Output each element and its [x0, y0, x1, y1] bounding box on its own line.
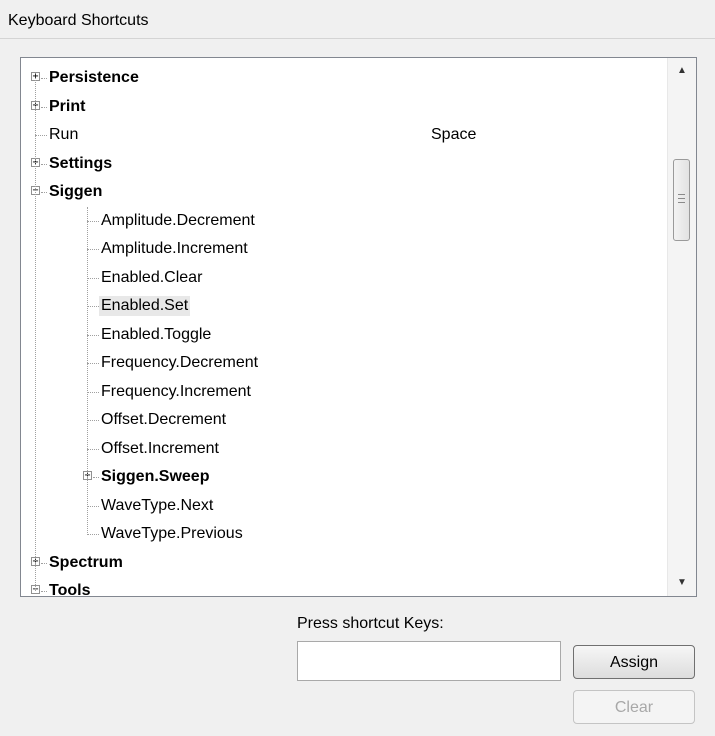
tree-item-label: Enabled.Clear	[101, 268, 203, 286]
tree-item[interactable]: Offset.Increment	[21, 435, 668, 464]
tree-item-label: Tools	[49, 582, 91, 597]
tree-item-label: Frequency.Increment	[101, 382, 251, 400]
clear-button[interactable]: Clear	[573, 690, 695, 724]
tree-connector	[87, 534, 99, 535]
tree-item-label: Persistence	[49, 69, 139, 86]
tree-item[interactable]: Enabled.Set	[21, 292, 668, 321]
tree-connector	[87, 277, 99, 279]
dialog-header: Keyboard Shortcuts	[0, 0, 715, 39]
vertical-scrollbar[interactable]: ▲ ▼	[667, 58, 696, 596]
tree-item[interactable]: Run Space	[21, 121, 668, 150]
shortcut-keys-input[interactable]	[297, 641, 561, 681]
scroll-up-arrow-icon[interactable]: ▲	[668, 58, 696, 84]
scroll-down-arrow-icon[interactable]: ▼	[668, 570, 696, 596]
tree-item[interactable]: WaveType.Previous	[21, 520, 668, 549]
dialog-title: Keyboard Shortcuts	[8, 12, 149, 29]
scroll-grip-line	[678, 202, 685, 203]
tree-item[interactable]: Enabled.Toggle	[21, 321, 668, 350]
tree-connector	[35, 135, 47, 136]
tree-item-label: Enabled.Toggle	[101, 325, 212, 343]
tree-connector	[87, 249, 99, 250]
tree-connector	[87, 334, 99, 336]
tree-item-label: Offset.Increment	[101, 439, 219, 457]
assign-button[interactable]: Assign	[573, 645, 695, 679]
tree-item[interactable]: Amplitude.Decrement	[21, 207, 668, 236]
tree-item-label: Print	[49, 97, 86, 115]
tree-connector	[87, 420, 99, 421]
tree-item[interactable]: + Print	[21, 93, 668, 122]
tree-item-label: Frequency.Decrement	[101, 354, 259, 371]
tree-connector	[87, 306, 99, 307]
tree-item-label: Siggen.Sweep	[101, 468, 210, 485]
tree-connector	[87, 391, 99, 393]
tree-connector	[87, 505, 99, 507]
tree-item[interactable]: Offset.Decrement	[21, 406, 668, 435]
tree-item[interactable]: − Siggen	[21, 178, 668, 207]
tree-item[interactable]: + Persistence	[21, 64, 668, 93]
tree-item-label: WaveType.Previous	[101, 525, 243, 542]
scroll-thumb[interactable]	[673, 159, 690, 241]
tree-item[interactable]: + Spectrum	[21, 549, 668, 578]
tree-list: + Persistence + Print Run Space + Settings − Sigg…	[21, 64, 668, 597]
tree-item[interactable]: + Siggen.Sweep	[21, 463, 668, 492]
tree-connector	[87, 363, 99, 364]
tree-item-label: Enabled.Set	[99, 296, 191, 316]
tree-item[interactable]: + Settings	[21, 150, 668, 179]
tree-item[interactable]: Frequency.Increment	[21, 378, 668, 407]
tree-item[interactable]: WaveType.Next	[21, 492, 668, 521]
tree-item-label: Siggen	[49, 183, 103, 200]
press-shortcut-label: Press shortcut Keys:	[297, 615, 444, 632]
tree-connector	[87, 448, 99, 450]
tree-item[interactable]: − Tools	[21, 577, 668, 597]
tree-guide-line	[87, 206, 88, 535]
tree-item-label: Spectrum	[49, 553, 123, 571]
shortcut-tree[interactable]: + Persistence + Print Run Space + Settings − Sigg…	[20, 57, 697, 597]
tree-item-label: WaveType.Next	[101, 496, 214, 514]
tree-connector	[87, 220, 99, 222]
tree-item[interactable]: Frequency.Decrement	[21, 349, 668, 378]
tree-guide-line	[35, 78, 36, 591]
tree-item-label: Amplitude.Increment	[101, 240, 248, 257]
tree-item-label: Run	[49, 126, 79, 143]
scroll-grip-line	[678, 198, 685, 199]
scroll-grip-line	[678, 194, 685, 195]
tree-item-label: Settings	[49, 154, 113, 172]
tree-item-label: Offset.Decrement	[101, 411, 227, 428]
tree-item[interactable]: Amplitude.Increment	[21, 235, 668, 264]
tree-item-shortcut: Space	[431, 126, 477, 143]
tree-item[interactable]: Enabled.Clear	[21, 264, 668, 293]
tree-item-label: Amplitude.Decrement	[101, 211, 255, 229]
